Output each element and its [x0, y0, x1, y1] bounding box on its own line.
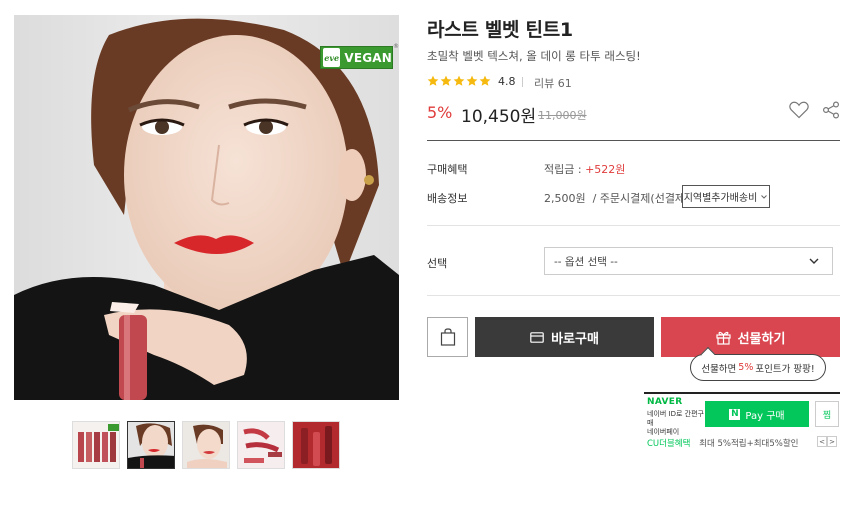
credit-card-icon	[530, 331, 544, 343]
thumb-product-lineup[interactable]	[72, 421, 120, 469]
price-divider	[427, 140, 840, 141]
thumb-product-red[interactable]	[292, 421, 340, 469]
shipping-value: 2,500원 / 주문시결제(선결제)	[544, 192, 690, 205]
benefit-points: +522원	[585, 163, 626, 176]
naver-pay-box: NAVER 네이버 ID로 간편구매 네이버페이 N Pay 구매 찜	[644, 392, 840, 436]
model-photo	[14, 18, 399, 400]
tooltip-percent: 5%	[738, 362, 754, 373]
naver-subtext: 네이버 ID로 간편구매 네이버페이	[647, 410, 707, 437]
naver-sub-line2: 네이버페이	[647, 428, 680, 436]
review-count-link[interactable]: 리뷰 61	[534, 75, 572, 91]
naver-sub-line1: 네이버 ID로 간편구매	[647, 410, 704, 427]
gift-button[interactable]: 선물하기	[661, 317, 840, 357]
naver-logo: NAVER	[647, 397, 683, 407]
main-product-image: eve VEGAN ®	[14, 15, 399, 400]
option-label: 선택	[427, 257, 448, 270]
thumb-swatches[interactable]	[237, 421, 285, 469]
option-select-value: -- 옵션 선택 --	[554, 255, 618, 268]
naver-zzim-button[interactable]: 찜	[815, 401, 839, 427]
region-shipping-label: 지역별추가배송비	[683, 193, 758, 204]
benefit-prefix: 적립금 :	[544, 163, 586, 176]
tooltip-prefix: 선물하면	[701, 363, 737, 375]
rating-stars	[427, 75, 491, 87]
benefit-label: 구매혜택	[427, 163, 468, 176]
gift-tooltip: 선물하면 5% 포인트가 팡팡!	[690, 354, 826, 381]
discount-rate: 5%	[427, 103, 453, 122]
wishlist-heart-icon[interactable]	[789, 101, 809, 123]
shopping-bag-icon	[440, 328, 455, 346]
cu-benefit-row: CU더블혜택 최대 5%적립+최대5%할인	[647, 437, 799, 449]
naver-n-icon: N	[729, 408, 741, 420]
tooltip-suffix: 포인트가 팡팡!	[755, 363, 815, 375]
star-icon	[427, 75, 439, 86]
benefit-value: 적립금 : +522원	[544, 161, 625, 177]
sale-price: 10,450원	[461, 107, 537, 127]
rating-value: 4.8	[498, 75, 516, 88]
registered-mark: ®	[393, 43, 399, 50]
shipping-label: 배송정보	[427, 192, 468, 205]
rating-divider	[522, 77, 523, 87]
thumb-model-pose[interactable]	[182, 421, 230, 469]
original-price: 11,000원	[538, 109, 587, 122]
vegan-label: VEGAN	[344, 50, 392, 65]
chevron-down-icon	[761, 194, 768, 199]
option-select[interactable]: -- 옵션 선택 --	[544, 247, 833, 275]
add-to-cart-button[interactable]	[427, 317, 468, 357]
info-divider	[427, 225, 840, 226]
eve-logo: eve	[323, 48, 341, 67]
chevron-down-icon	[809, 258, 819, 264]
gift-label: 선물하기	[737, 331, 786, 347]
share-icon[interactable]	[822, 101, 840, 123]
cu-benefit-label: CU더블혜택	[647, 439, 691, 449]
star-icon	[479, 75, 491, 86]
vegan-badge: eve VEGAN ®	[320, 43, 399, 69]
buy-now-button[interactable]: 바로구매	[475, 317, 654, 357]
cu-benefit-nav: < >	[817, 436, 837, 447]
naver-pay-label: Pay 구매	[745, 410, 785, 422]
region-shipping-button[interactable]: 지역별추가배송비	[682, 185, 770, 208]
prev-arrow-button[interactable]: <	[817, 436, 827, 447]
buy-now-label: 바로구매	[551, 331, 599, 347]
cu-benefit-text: 최대 5%적립+최대5%할인	[699, 439, 799, 449]
star-icon	[453, 75, 465, 86]
gift-icon	[715, 331, 731, 345]
thumb-model-front[interactable]	[127, 421, 175, 469]
thumbnail-strip	[72, 421, 340, 469]
star-icon	[440, 75, 452, 86]
product-subtitle: 초밀착 벨벳 텍스쳐, 올 데이 롱 타투 래스팅!	[427, 49, 641, 63]
option-divider	[427, 295, 840, 296]
star-icon	[466, 75, 478, 86]
next-arrow-button[interactable]: >	[827, 436, 837, 447]
product-title: 라스트 벨벳 틴트1	[427, 19, 573, 41]
naver-pay-button[interactable]: N Pay 구매	[705, 401, 809, 427]
